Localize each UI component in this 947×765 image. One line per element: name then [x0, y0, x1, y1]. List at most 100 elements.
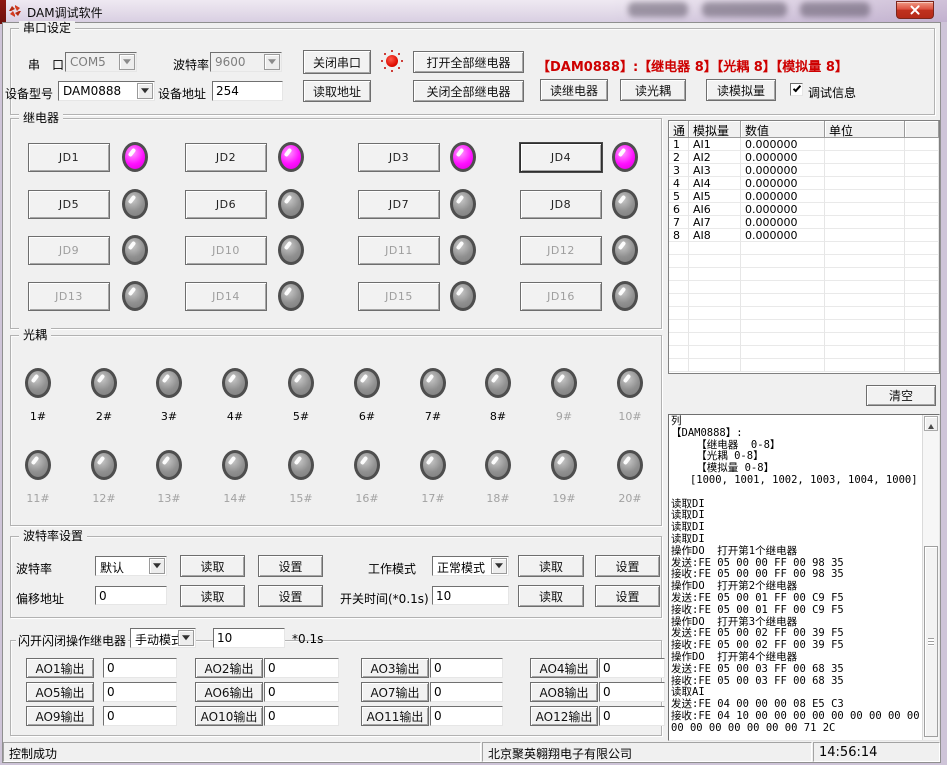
ao-output-button-1[interactable]: AO1输出 [26, 658, 94, 678]
analog-col-header-0: 通 [669, 121, 689, 138]
ao-output-input-2[interactable] [264, 658, 339, 678]
chevron-down-icon[interactable] [491, 558, 507, 574]
baud-rate-value: 9600 [215, 55, 246, 69]
ao-output-input-4[interactable] [599, 658, 665, 678]
analog-empty-cell [689, 320, 741, 333]
read-analog-button[interactable]: 读模拟量 [706, 79, 776, 101]
analog-cell [905, 229, 939, 242]
read-opto-button[interactable]: 读光耦 [620, 79, 686, 101]
ao-output-button-7[interactable]: AO7输出 [361, 682, 429, 702]
log-scrollbar[interactable] [922, 415, 939, 740]
baud-label: 波特率 [173, 56, 209, 73]
com-port-select[interactable]: COM5 [65, 52, 137, 72]
flash-time-input[interactable] [213, 628, 285, 648]
status-company: 北京聚英翱翔电子有限公司 [482, 742, 812, 762]
close-button[interactable] [896, 1, 934, 19]
chevron-down-icon[interactable] [264, 54, 280, 70]
ao-output-input-6[interactable] [264, 682, 339, 702]
baud-read-button[interactable]: 读取 [180, 555, 245, 577]
ao-output-input-7[interactable] [430, 682, 503, 702]
chevron-down-icon[interactable] [178, 630, 194, 646]
relay-button-JD5[interactable]: JD5 [28, 190, 110, 219]
analog-empty-cell [825, 320, 905, 333]
read-address-button[interactable]: 读取地址 [303, 80, 371, 102]
offset-read-button[interactable]: 读取 [180, 585, 245, 607]
relay-button-JD4[interactable]: JD4 [520, 143, 602, 172]
relay-led-JD12 [612, 235, 638, 265]
baud-set-button[interactable]: 设置 [258, 555, 323, 577]
baud-rate-select[interactable]: 9600 [210, 52, 282, 72]
device-model-select[interactable]: DAM0888 [58, 81, 155, 101]
ao-output-button-11[interactable]: AO11输出 [361, 706, 429, 726]
ao-output-input-12[interactable] [599, 706, 665, 726]
relay-button-JD7[interactable]: JD7 [358, 190, 440, 219]
ao-output-button-3[interactable]: AO3输出 [361, 658, 429, 678]
relay-button-JD16[interactable]: JD16 [520, 282, 602, 311]
ao-output-button-4[interactable]: AO4输出 [530, 658, 598, 678]
analog-cell [825, 164, 905, 177]
analog-empty-cell [669, 255, 689, 268]
offset-address-input[interactable] [95, 586, 167, 605]
analog-cell [905, 177, 939, 190]
read-relays-button[interactable]: 读继电器 [540, 79, 608, 101]
relay-button-JD15[interactable]: JD15 [358, 282, 440, 311]
ao-output-input-3[interactable] [430, 658, 503, 678]
opto-label-18#: 18# [485, 492, 511, 505]
opto-label-2#: 2# [91, 410, 117, 423]
relay-button-JD1[interactable]: JD1 [28, 143, 110, 172]
chevron-down-icon[interactable] [149, 558, 165, 574]
ao-output-button-5[interactable]: AO5输出 [26, 682, 94, 702]
ao-output-input-10[interactable] [264, 706, 339, 726]
relay-button-JD10[interactable]: JD10 [185, 236, 267, 265]
relay-group-title: 继电器 [19, 111, 63, 125]
debug-info-checkbox[interactable] [790, 83, 803, 96]
ao-output-button-9[interactable]: AO9输出 [26, 706, 94, 726]
title-bar: DAM调试软件 [0, 0, 947, 22]
switch-time-input[interactable] [432, 586, 509, 605]
open-all-relays-button[interactable]: 打开全部继电器 [413, 51, 524, 73]
relay-led-JD13 [122, 281, 148, 311]
analog-cell [905, 138, 939, 151]
close-serial-button[interactable]: 关闭串口 [303, 50, 371, 74]
analog-empty-cell [689, 281, 741, 294]
ao-output-input-9[interactable] [103, 706, 177, 726]
relay-button-JD8[interactable]: JD8 [520, 190, 602, 219]
relay-button-JD3[interactable]: JD3 [358, 143, 440, 172]
chevron-down-icon[interactable] [119, 54, 135, 70]
ao-output-button-8[interactable]: AO8输出 [530, 682, 598, 702]
ao-output-button-2[interactable]: AO2输出 [195, 658, 263, 678]
clear-log-button[interactable]: 清空 [866, 385, 936, 406]
analog-cell: 0.000000 [741, 190, 825, 203]
relay-button-JD14[interactable]: JD14 [185, 282, 267, 311]
workmode-read-button[interactable]: 读取 [518, 555, 584, 577]
relay-button-JD12[interactable]: JD12 [520, 236, 602, 265]
relay-button-JD13[interactable]: JD13 [28, 282, 110, 311]
relay-led-JD9 [122, 235, 148, 265]
relay-button-JD9[interactable]: JD9 [28, 236, 110, 265]
offset-set-button[interactable]: 设置 [258, 585, 323, 607]
analog-cell: 0.000000 [741, 151, 825, 164]
scroll-up-button[interactable] [924, 416, 938, 431]
chevron-down-icon[interactable] [137, 83, 153, 99]
baudcfg-baud-select[interactable]: 默认 [95, 556, 167, 576]
relay-button-JD6[interactable]: JD6 [185, 190, 267, 219]
ao-output-input-8[interactable] [599, 682, 665, 702]
opto-led-4# [222, 368, 248, 398]
ao-output-button-10[interactable]: AO10输出 [195, 706, 263, 726]
ao-output-button-12[interactable]: AO12输出 [530, 706, 598, 726]
analog-table-body: 1AI10.0000002AI20.0000003AI30.0000004AI4… [669, 138, 939, 372]
workmode-select[interactable]: 正常模式 [432, 556, 509, 576]
ao-output-input-11[interactable] [430, 706, 503, 726]
ao-output-input-1[interactable] [103, 658, 177, 678]
relay-button-JD2[interactable]: JD2 [185, 143, 267, 172]
ao-output-button-6[interactable]: AO6输出 [195, 682, 263, 702]
close-all-relays-button[interactable]: 关闭全部继电器 [413, 80, 524, 102]
relay-button-JD11[interactable]: JD11 [358, 236, 440, 265]
device-address-input[interactable] [212, 81, 283, 101]
scrollbar-thumb[interactable] [924, 546, 938, 737]
ao-output-input-5[interactable] [103, 682, 177, 702]
switchtime-read-button[interactable]: 读取 [518, 585, 584, 607]
switchtime-set-button[interactable]: 设置 [595, 585, 660, 607]
workmode-set-button[interactable]: 设置 [595, 555, 660, 577]
flash-mode-select[interactable]: 手动模式 [130, 628, 196, 648]
